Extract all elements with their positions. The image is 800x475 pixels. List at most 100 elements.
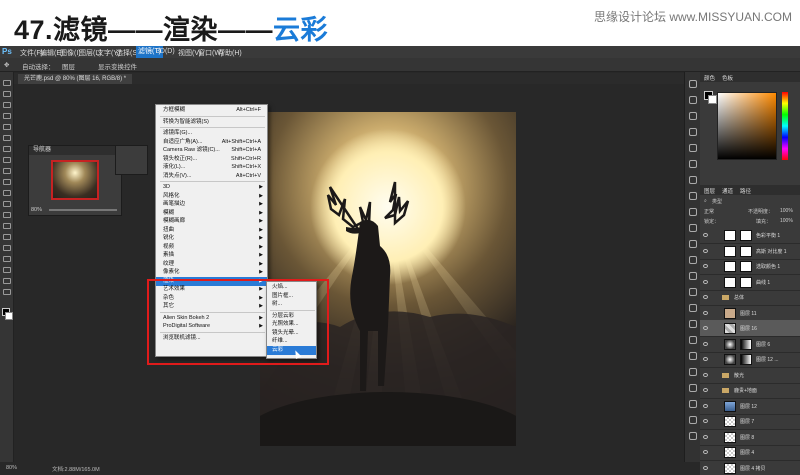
tab-layers[interactable]: 图层 [704, 187, 715, 195]
timeline-icon[interactable] [689, 272, 697, 280]
pen-tool-icon[interactable] [3, 234, 11, 240]
dodge-tool-icon[interactable] [3, 223, 11, 229]
layer-row[interactable]: 总体 [700, 289, 800, 306]
filter-menu-item[interactable]: 方框模糊 Alt+Ctrl+F [156, 106, 267, 115]
blur-tool-icon[interactable] [3, 212, 11, 218]
tab-paths[interactable]: 路径 [740, 187, 751, 195]
menu-item-7[interactable]: 3D(D) [156, 48, 175, 55]
layer-row[interactable]: 曲线 1 [700, 274, 800, 291]
eye-icon[interactable] [703, 372, 708, 377]
show-transform-checkbox-label[interactable]: 显示变换控件 [98, 61, 137, 71]
tab-color[interactable]: 颜色 [704, 74, 715, 82]
navigator-thumbnail[interactable] [51, 160, 99, 200]
history-brush-icon[interactable] [3, 179, 11, 185]
info-icon[interactable] [689, 240, 697, 248]
zoom-tool-icon[interactable] [3, 289, 11, 295]
character-icon[interactable] [689, 144, 697, 152]
layer-row[interactable]: 选取颜色 1 [700, 258, 800, 275]
auto-select-target[interactable]: 图层 [62, 61, 75, 71]
layer-row[interactable]: 色彩平衡 1 [700, 227, 800, 244]
render-submenu-item[interactable]: 云彩 [267, 345, 316, 355]
eye-icon[interactable] [703, 403, 708, 408]
adjustments-icon[interactable] [689, 192, 697, 200]
fill-input[interactable]: 100% [780, 218, 793, 224]
eye-icon[interactable] [703, 233, 708, 237]
history-icon[interactable] [689, 80, 697, 88]
eyedropper-icon[interactable] [3, 135, 11, 141]
crop-tool-icon[interactable] [3, 124, 11, 130]
clone-stamp-icon[interactable] [3, 168, 11, 174]
eye-icon[interactable] [703, 341, 708, 346]
navigator-zoom-slider[interactable] [49, 209, 117, 211]
layer-row[interactable]: 图层 4 拷贝 [700, 460, 800, 475]
lasso-tool-icon[interactable] [3, 102, 11, 108]
hand-tool-icon[interactable] [3, 278, 11, 284]
layer-row[interactable]: 图层 11 [700, 305, 800, 322]
layer-row[interactable]: 图层 6 [700, 336, 800, 353]
histogram-icon[interactable] [689, 432, 697, 440]
filter-menu-item[interactable]: 消失点(V)... Alt+Ctrl+V [156, 172, 267, 181]
properties-icon[interactable] [689, 112, 697, 120]
eraser-icon[interactable] [3, 190, 11, 196]
brush-panel-icon[interactable] [689, 128, 697, 136]
eye-icon[interactable] [703, 388, 708, 392]
layer-row[interactable]: 图层 8 [700, 429, 800, 446]
filter-menu-item[interactable]: ProDigital Software ▶ [156, 322, 267, 331]
notes-icon[interactable] [689, 352, 697, 360]
gradient-tool-icon[interactable] [3, 201, 11, 207]
layer-row[interactable]: 高斯 对比度 1 [700, 243, 800, 260]
brush-tool-icon[interactable] [3, 157, 11, 163]
layer-row[interactable]: 图层 7 [700, 413, 800, 430]
tab-swatches[interactable]: 色板 [722, 74, 733, 82]
hue-slider[interactable] [782, 92, 788, 160]
paths-icon[interactable] [689, 304, 697, 312]
layer-row[interactable]: 图层 12 ... [700, 351, 800, 368]
clone-source-icon[interactable] [689, 176, 697, 184]
healing-brush-icon[interactable] [3, 146, 11, 152]
layer-row[interactable]: 散光 [700, 367, 800, 384]
eye-icon[interactable] [703, 310, 708, 315]
magic-wand-icon[interactable] [3, 113, 11, 119]
swatches-icon[interactable] [689, 256, 697, 264]
eye-icon[interactable] [703, 279, 708, 284]
layer-comps-icon[interactable] [689, 368, 697, 376]
background-color-swatch[interactable] [708, 95, 717, 104]
marquee-tool-icon[interactable] [3, 91, 11, 97]
filter-menu-item[interactable]: 其它 ▶ [156, 302, 267, 311]
document-tab[interactable]: 光芒鹿.psd @ 80% (图层 16, RGB/8) * [18, 74, 133, 84]
eye-icon[interactable] [703, 248, 708, 253]
paragraph-icon[interactable] [689, 160, 697, 168]
eye-icon[interactable] [703, 357, 708, 361]
move-tool-icon[interactable] [3, 80, 11, 86]
navigator-icon[interactable] [689, 416, 697, 424]
move-tool-icon[interactable]: ✥ [4, 61, 9, 69]
eye-icon[interactable] [703, 465, 708, 470]
filter-menu-item[interactable]: 浏览联机滤镜... [156, 334, 267, 343]
blend-mode-select[interactable]: 正常 [704, 208, 714, 215]
layer-row[interactable]: 图层 16 [700, 320, 800, 337]
eye-icon[interactable] [703, 295, 708, 299]
measure-icon[interactable] [689, 400, 697, 408]
filter-menu-item[interactable]: 转换为智能滤镜(S) [156, 118, 267, 127]
menu-item-2[interactable]: 图像(I) [60, 48, 81, 58]
eye-icon[interactable] [703, 326, 708, 330]
document-image[interactable] [260, 112, 516, 446]
tool-presets-icon[interactable] [689, 384, 697, 392]
layer-row[interactable]: 鹿贵+地面 [700, 382, 800, 399]
opacity-input[interactable]: 100% [780, 208, 793, 214]
eye-icon[interactable] [703, 434, 708, 439]
menu-item-10[interactable]: 帮助(H) [218, 48, 242, 58]
libraries-icon[interactable] [689, 224, 697, 232]
layer-row[interactable]: 图层 12 [700, 398, 800, 415]
path-select-icon[interactable] [3, 256, 11, 262]
shape-tool-icon[interactable] [3, 267, 11, 273]
type-tool-icon[interactable] [3, 245, 11, 251]
3d-icon[interactable] [689, 288, 697, 296]
glyphs-icon[interactable] [689, 336, 697, 344]
eye-icon[interactable] [703, 419, 708, 423]
color-field[interactable] [717, 92, 777, 160]
channels-icon[interactable] [689, 320, 697, 328]
eye-icon[interactable] [703, 264, 708, 268]
actions-icon[interactable] [689, 96, 697, 104]
auto-select-checkbox-label[interactable]: 自动选择： [22, 61, 55, 71]
